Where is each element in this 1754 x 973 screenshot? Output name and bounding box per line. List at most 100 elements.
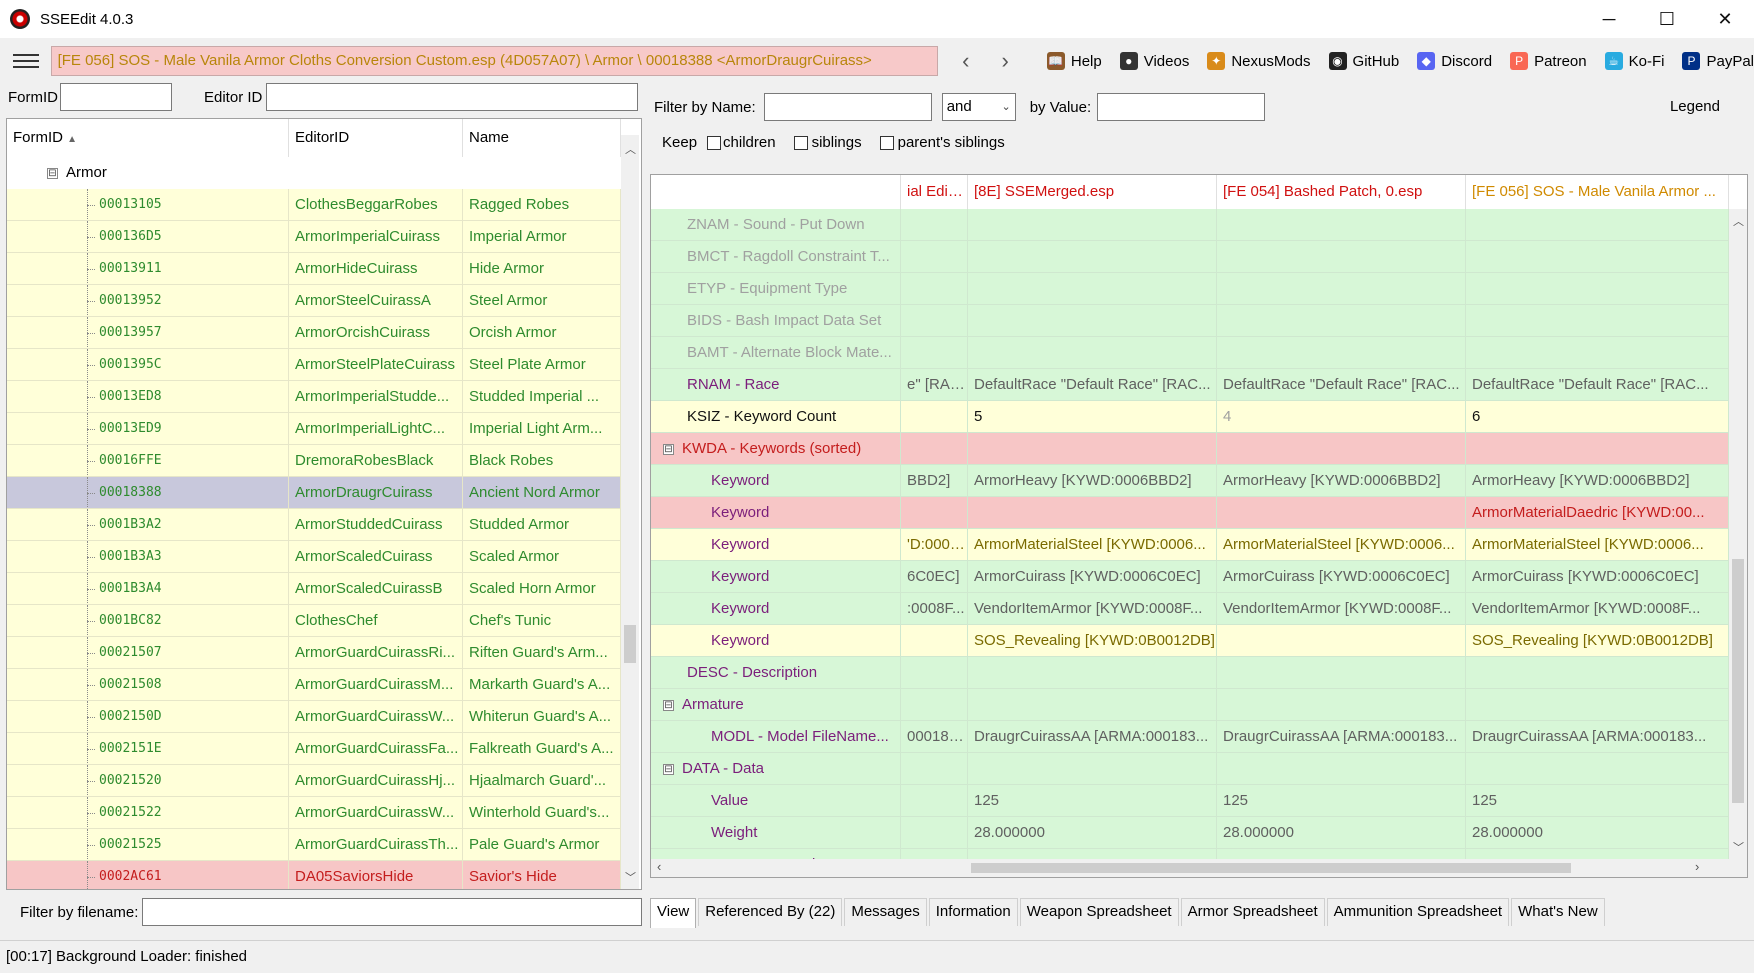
operator-select[interactable]: and ⌄ xyxy=(941,93,1016,121)
name-cell: Chef's Tunic xyxy=(463,605,621,637)
tab-information[interactable]: Information xyxy=(928,898,1018,926)
table-row[interactable]: 0002150D ArmorGuardCuirassW... Whiterun Gu… xyxy=(7,701,621,733)
table-row[interactable]: 0001B3A3 ArmorScaledCuirass Scaled Armor xyxy=(7,541,621,573)
editorid-cell: ArmorScaledCuirassB xyxy=(289,573,463,605)
table-row[interactable]: 00018388 ArmorDraugrCuirass Ancient Nord A… xyxy=(7,477,621,509)
compare-row[interactable]: Keyword:0008F... VendorItemArmor [KYWD:00… xyxy=(651,593,1729,625)
compare-row[interactable]: ⊟ DATA - Data xyxy=(651,753,1729,785)
table-row[interactable]: 00021520 ArmorGuardCuirassHj... Hjaalmarch… xyxy=(7,765,621,797)
minimize-button[interactable]: ─ xyxy=(1580,0,1638,38)
by-value-input[interactable] xyxy=(1097,93,1266,121)
siblings-checkbox[interactable] xyxy=(793,135,808,150)
name-cell: Riften Guard's Arm... xyxy=(463,637,621,669)
compare-row[interactable]: Keyword ArmorMaterialDaedric [KYWD:00... xyxy=(651,497,1729,529)
forward-button[interactable]: › xyxy=(986,46,1025,76)
compare-row[interactable]: Keyword 6C0EC] ArmorCuirass [KYWD:0006C0EC… xyxy=(651,561,1729,593)
collapse-icon[interactable]: ⊟ xyxy=(663,763,674,775)
table-row[interactable]: 00021522 ArmorGuardCuirassW... Winterhold … xyxy=(7,797,621,829)
column-name[interactable]: Name xyxy=(463,119,621,157)
parents-siblings-checkbox[interactable] xyxy=(879,135,894,150)
right-scrollbar[interactable]: ︿ ﹀ xyxy=(1729,209,1747,859)
ko-fi-link[interactable]: ☕ Ko-Fi xyxy=(1604,52,1664,70)
paypal-link[interactable]: P PayPal xyxy=(1682,52,1754,70)
tab-ammunition-spreadsheet[interactable]: Ammunition Spreadsheet xyxy=(1326,898,1510,926)
collapse-icon[interactable]: ⊟ xyxy=(47,167,58,179)
menu-icon[interactable] xyxy=(13,51,39,71)
compare-row[interactable]: DESC - Description xyxy=(651,657,1729,689)
table-row[interactable]: 0001395C ArmorSteelPlateCuirass Steel Plat… xyxy=(7,349,621,381)
column-formid[interactable]: FormID ▲ xyxy=(7,119,289,157)
tab-weapon-spreadsheet[interactable]: Weapon Spreadsheet xyxy=(1019,898,1179,926)
editorid-cell: ArmorGuardCuirassHj... xyxy=(289,765,463,797)
compare-row[interactable]: ⊟ Armature xyxy=(651,689,1729,721)
header-file-3[interactable]: [FE 056] SOS - Male Vanila Armor ... xyxy=(1466,175,1729,209)
column-editorid[interactable]: EditorID xyxy=(289,119,463,157)
collapse-icon[interactable]: ⊟ xyxy=(663,443,674,455)
compare-row[interactable]: BAMT - Alternate Block Mate... xyxy=(651,337,1729,369)
table-row[interactable]: 00013911 ArmorHideCuirass Hide Armor xyxy=(7,253,621,285)
editorid-input[interactable] xyxy=(266,83,639,111)
github-link[interactable]: ◉ GitHub xyxy=(1328,52,1399,70)
compare-row[interactable]: BMCT - Ragdoll Constraint T... xyxy=(651,241,1729,273)
compare-row[interactable]: Weight 28.000000 28.000000 28.000000 xyxy=(651,817,1729,849)
tab-what-s-new[interactable]: What's New xyxy=(1511,898,1605,926)
kofi-icon: ☕ xyxy=(1604,52,1623,70)
nexusmods-link[interactable]: ✦ NexusMods xyxy=(1207,52,1311,70)
field-label: ETYP - Equipment Type xyxy=(687,280,848,297)
compare-row[interactable]: Value 125 125 125 xyxy=(651,785,1729,817)
compare-row[interactable]: ETYP - Equipment Type xyxy=(651,273,1729,305)
table-row[interactable]: 00021507 ArmorGuardCuirassRi... Riften Gua… xyxy=(7,637,621,669)
tab-messages[interactable]: Messages xyxy=(844,898,927,926)
tab-armor-spreadsheet[interactable]: Armor Spreadsheet xyxy=(1180,898,1325,926)
formid-input[interactable] xyxy=(60,83,172,111)
group-row[interactable]: ⊟ Armor xyxy=(7,157,621,189)
patreon-link[interactable]: P Patreon xyxy=(1510,52,1587,70)
table-row[interactable]: 00013105 ClothesBeggarRobes Ragged Robes xyxy=(7,189,621,221)
compare-row[interactable]: Keyword SOS_Revealing [KYWD:0B0012DB] SOS_… xyxy=(651,625,1729,657)
left-scrollbar[interactable]: ︿ ﹀ xyxy=(621,135,639,889)
tab-referenced-by-22[interactable]: Referenced By (22) xyxy=(698,898,843,926)
compare-row[interactable]: BIDS - Bash Impact Data Set xyxy=(651,305,1729,337)
videos-link[interactable]: ● Videos xyxy=(1119,52,1189,70)
maximize-button[interactable]: ☐ xyxy=(1638,0,1696,38)
header-file-1[interactable]: [8E] SSEMerged.esp xyxy=(968,175,1217,209)
legend-button[interactable]: Legend xyxy=(1670,98,1720,115)
help-link[interactable]: 📖 Help xyxy=(1046,52,1102,70)
table-row[interactable]: 00013ED9 ArmorImperialLightC... Imperial L… xyxy=(7,413,621,445)
table-row[interactable]: 0001B3A2 ArmorStuddedCuirass Studded Armor xyxy=(7,509,621,541)
record-tree[interactable]: FormID ▲ EditorID Name ⊟ Armor 00013105 Cl… xyxy=(6,118,642,890)
compare-row[interactable]: RNAM - Race e" [RAC... DefaultRace "Defaul… xyxy=(651,369,1729,401)
right-hscrollbar[interactable]: ‹ › xyxy=(651,859,1747,877)
record-tree-header: FormID ▲ EditorID Name xyxy=(7,119,621,157)
table-row[interactable]: 00021508 ArmorGuardCuirassM... Markarth Gu… xyxy=(7,669,621,701)
header-file-2[interactable]: [FE 054] Bashed Patch, 0.esp xyxy=(1217,175,1466,209)
table-row[interactable]: 0001BC82 ClothesChef Chef's Tunic xyxy=(7,605,621,637)
table-row[interactable]: 0002151E ArmorGuardCuirassFa... Falkreath … xyxy=(7,733,621,765)
table-row[interactable]: 00013ED8 ArmorImperialStudde... Studded Im… xyxy=(7,381,621,413)
compare-row[interactable]: ⊟ KWDA - Keywords (sorted) xyxy=(651,433,1729,465)
table-row[interactable]: 00013957 ArmorOrcishCuirass Orcish Armor xyxy=(7,317,621,349)
filter-name-input[interactable] xyxy=(763,93,932,121)
table-row[interactable]: 00013952 ArmorSteelCuirassA Steel Armor xyxy=(7,285,621,317)
compare-row[interactable]: Keyword BBD2] ArmorHeavy [KYWD:0006BBD2] Ar… xyxy=(651,465,1729,497)
table-row[interactable]: 0002AC61 DA05SaviorsHide Savior's Hide xyxy=(7,861,621,889)
siblings-label: siblings xyxy=(811,134,862,151)
table-row[interactable]: 00021525 ArmorGuardCuirassTh... Pale Guard… xyxy=(7,829,621,861)
discord-link[interactable]: ◆ Discord xyxy=(1417,52,1492,70)
compare-row[interactable]: KSIZ - Keyword Count 5 4 6 xyxy=(651,401,1729,433)
collapse-icon[interactable]: ⊟ xyxy=(663,699,674,711)
compare-row[interactable]: Keyword 'D:0006... ArmorMaterialSteel [KYW… xyxy=(651,529,1729,561)
filename-filter-input[interactable] xyxy=(142,898,643,926)
compare-row[interactable]: ZNAM - Sound - Put Down xyxy=(651,209,1729,241)
children-checkbox[interactable] xyxy=(707,135,722,150)
header-file-0[interactable]: ial Editi... xyxy=(901,175,968,209)
record-compare-grid[interactable]: ial Editi... [8E] SSEMerged.esp [FE 054]… xyxy=(650,174,1748,878)
table-row[interactable]: 000136D5 ArmorImperialCuirass Imperial Arm… xyxy=(7,221,621,253)
tab-view[interactable]: View xyxy=(650,898,697,928)
compare-row[interactable]: MODL - Model FileName... 000183... DraugrC… xyxy=(651,721,1729,753)
close-button[interactable]: ✕ xyxy=(1696,0,1754,38)
table-row[interactable]: 0001B3A4 ArmorScaledCuirassB Scaled Horn A… xyxy=(7,573,621,605)
value-cell xyxy=(901,273,968,305)
back-button[interactable]: ‹ xyxy=(946,46,985,76)
table-row[interactable]: 00016FFE DremoraRobesBlack Black Robes xyxy=(7,445,621,477)
